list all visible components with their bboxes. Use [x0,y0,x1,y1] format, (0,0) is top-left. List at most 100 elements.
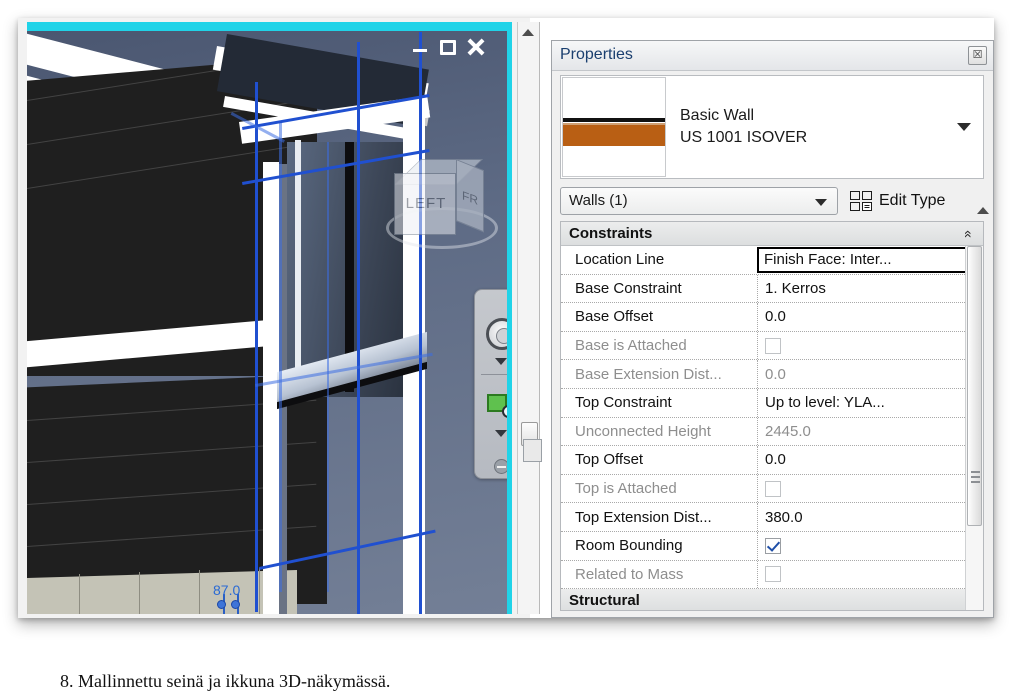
table-row: Top is Attached [561,474,983,504]
properties-titlebar: Properties ☒ [552,41,993,71]
screenshot-frame: 87.0 LEFT FR ✖ [18,18,994,618]
foundation-seam [139,572,140,614]
selection-edge [357,42,360,614]
magnifier-icon[interactable] [502,405,507,418]
edit-type-label: Edit Type [879,192,946,209]
property-value: 0.0 [757,360,983,388]
close-icon[interactable]: ☒ [968,46,987,65]
property-name: Base Offset [575,308,654,326]
foundation-seam [79,574,80,614]
property-value[interactable]: 0.0 [757,446,983,474]
viewport-scrollbar[interactable] [517,22,540,614]
view-control-box[interactable] [523,439,542,462]
preview-layer-insulation [563,125,665,146]
wall-type-preview [562,77,666,177]
restore-icon[interactable] [440,39,456,55]
checkbox-base-is-attached [765,337,781,354]
selection-edge [255,82,258,612]
zoom-chevron-down-icon[interactable] [495,430,507,437]
chevron-down-icon[interactable] [957,123,971,131]
table-row[interactable]: Top Extension Dist... 380.0 [561,503,983,532]
properties-palette: Properties ☒ Basic Wall US 1001 ISOVER W… [551,40,994,618]
3d-viewport[interactable]: 87.0 LEFT FR ✖ [27,22,512,614]
property-value: 2445.0 [757,417,983,446]
chevron-down-icon[interactable] [815,199,827,206]
dimension-label[interactable]: 87.0 [213,582,240,598]
type-selector-text: Basic Wall US 1001 ISOVER [680,105,807,148]
navigation-bar[interactable]: ✖ [474,289,512,479]
property-value[interactable]: Up to level: YLA... [757,388,983,417]
category-combo[interactable]: Walls (1) [560,187,838,215]
viewport-accent-border [27,22,512,31]
property-name: Base Constraint [575,279,682,297]
table-row: Related to Mass [561,560,983,590]
table-row[interactable]: Base Constraint 1. Kerros [561,274,983,304]
edit-type-icon [850,190,872,212]
property-name: Top Constraint [575,394,672,412]
window-controls [411,38,485,56]
steering-wheel-icon[interactable] [486,318,507,350]
close-icon[interactable] [467,38,485,56]
group-header-structural[interactable]: Structural « [561,589,983,610]
table-row: Base is Attached [561,331,983,361]
table-row[interactable]: Location Line Finish Face: Inter... [561,246,983,275]
navbar-divider [481,374,507,375]
property-value[interactable]: 0.0 [757,303,983,331]
category-row: Walls (1) Edit Type [560,187,984,215]
minimize-icon[interactable] [411,38,429,56]
foundation-seam [259,568,260,614]
dimension-grip[interactable] [217,600,226,609]
property-value[interactable]: 380.0 [757,503,983,531]
type-selector[interactable]: Basic Wall US 1001 ISOVER [560,75,984,179]
property-name: Room Bounding [575,537,683,555]
property-name: Base Extension Dist... [575,365,722,383]
checkbox-top-is-attached [765,480,781,497]
viewcube-front-label: LEFT [405,195,447,212]
viewcube[interactable]: LEFT FR [380,145,502,257]
table-row[interactable]: Room Bounding [561,531,983,561]
foundation-seam [199,570,200,614]
palette-scrollbar[interactable] [975,207,991,611]
property-value[interactable]: Finish Face: Inter... [757,246,981,273]
scroll-up-icon[interactable] [977,207,989,214]
checkbox-room-bounding[interactable] [765,537,781,554]
wall-family-name: Basic Wall [680,107,755,125]
selection-edge [279,122,282,592]
group-header-label: Structural [569,592,640,610]
property-value [757,474,983,503]
wall-type-name: US 1001 ISOVER [680,129,808,146]
property-name: Top is Attached [575,480,677,498]
window-frame-inner [295,140,301,390]
table-row: Base Extension Dist... 0.0 [561,360,983,389]
property-name: Unconnected Height [575,422,711,440]
property-value [757,331,983,360]
property-name: Top Extension Dist... [575,508,712,526]
edit-type-button[interactable]: Edit Type [850,188,945,214]
property-value[interactable] [757,531,983,560]
property-name: Related to Mass [575,565,684,583]
property-name: Location Line [575,251,665,269]
preview-layer-dark [563,118,665,122]
table-row: Unconnected Height 2445.0 [561,417,983,447]
selection-edge [327,142,329,592]
navbar-collapse-icon[interactable] [494,459,507,474]
viewport-region: 87.0 LEFT FR ✖ [18,18,542,618]
steering-wheel-chevron-down-icon[interactable] [495,358,507,365]
properties-title: Properties [560,46,633,63]
table-row[interactable]: Top Constraint Up to level: YLA... [561,388,983,418]
property-value[interactable]: 1. Kerros [757,274,983,303]
dimension-grip[interactable] [231,600,240,609]
group-header-label: Constraints [569,225,653,242]
group-header-constraints[interactable]: Constraints « [561,222,983,246]
navbar-close-icon[interactable]: ✖ [510,293,512,306]
table-row[interactable]: Top Offset 0.0 [561,446,983,475]
selection-edge [419,32,422,614]
checkbox-related-to-mass [765,566,781,583]
property-name: Top Offset [575,451,644,469]
category-combo-label: Walls (1) [569,192,628,209]
figure-caption: 8. Mallinnettu seinä ja ikkuna 3D-näkymä… [60,671,391,691]
property-name: Base is Attached [575,337,687,355]
scroll-up-icon[interactable] [522,29,534,36]
properties-grid: Constraints « Location Line Finish Face:… [560,221,984,611]
table-row[interactable]: Base Offset 0.0 [561,303,983,332]
